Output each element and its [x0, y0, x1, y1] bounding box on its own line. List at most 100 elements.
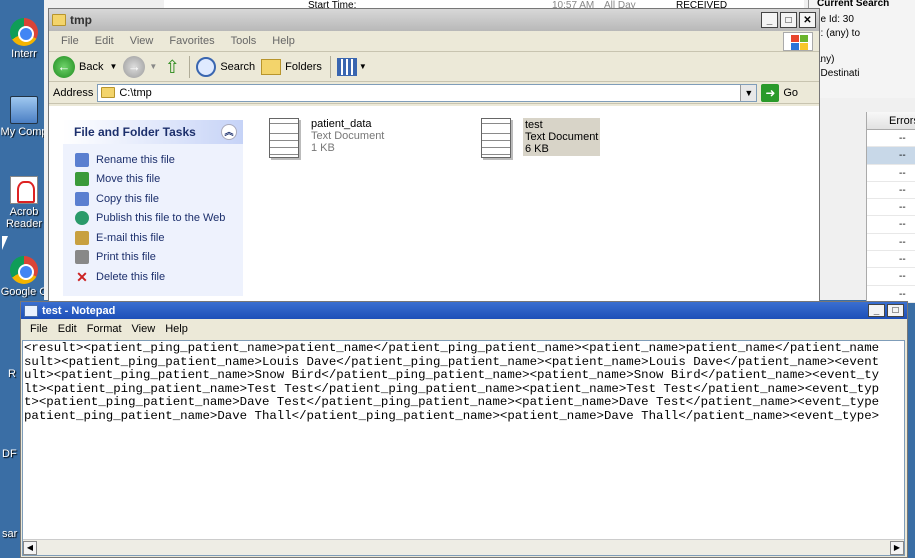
task-label: E-mail this file [96, 231, 165, 244]
forward-arrow-icon: → [123, 55, 146, 78]
table-row[interactable]: -- [867, 199, 915, 217]
task-label: Delete this file [96, 270, 166, 283]
menu-file[interactable]: File [53, 35, 87, 47]
task-print[interactable]: Print this file [63, 248, 243, 268]
folders-button[interactable]: Folders [261, 58, 322, 75]
go-button[interactable]: ➜ Go [761, 83, 798, 102]
menu-file[interactable]: File [25, 323, 53, 335]
text-line: patient_ping_patient_name>Dave Thall</pa… [24, 408, 880, 423]
folder-icon [101, 87, 116, 98]
address-label: Address [53, 86, 94, 99]
task-email[interactable]: E-mail this file [63, 228, 243, 248]
file-item[interactable]: patient_data Text Document 1 KB [269, 118, 384, 158]
desktop-icon-label: Google C [0, 286, 48, 298]
text-document-icon [269, 118, 299, 158]
folder-content-pane: File and Folder Tasks ︽ Rename this file… [49, 106, 819, 302]
chrome-icon [10, 18, 38, 46]
back-button[interactable]: ← Back ▼ [53, 55, 117, 78]
table-row[interactable]: -- [867, 234, 915, 252]
file-item-selected[interactable]: test Text Document 6 KB [481, 118, 601, 158]
views-icon [336, 57, 357, 76]
menu-edit[interactable]: Edit [87, 35, 122, 47]
desktop-fragment-label: sar [2, 528, 18, 540]
search-label: Search [220, 60, 256, 73]
desktop-icon-acrobat-reader[interactable]: Acrob Reader [0, 176, 48, 230]
email-icon [75, 230, 89, 245]
table-row[interactable]: -- [867, 147, 915, 165]
task-label: Move this file [96, 173, 161, 186]
table-row[interactable]: -- [867, 216, 915, 234]
search-icon [196, 56, 217, 77]
table-row[interactable]: -- [867, 165, 915, 182]
desktop-icon-my-computer[interactable]: My Comp [0, 96, 48, 138]
minimize-button[interactable]: _ [868, 304, 885, 317]
views-button[interactable]: ▼ [336, 57, 367, 76]
notepad-menubar: File Edit Format View Help [21, 319, 907, 338]
menu-view[interactable]: View [127, 323, 161, 335]
menu-format[interactable]: Format [82, 323, 127, 335]
horizontal-scrollbar[interactable]: ◀ ▶ [23, 539, 904, 555]
close-button[interactable]: ✕ [799, 12, 816, 28]
toolbar-separator [189, 55, 191, 78]
table-row[interactable]: -- [867, 251, 915, 269]
notepad-window: test - Notepad _ □ File Edit Format View… [20, 301, 908, 558]
minimize-button[interactable]: _ [761, 12, 778, 28]
chevron-down-icon[interactable]: ▼ [149, 62, 157, 71]
text-line: ult><patient_ping_patient_name>Snow Bird… [24, 368, 880, 383]
address-value: C:\tmp [119, 86, 152, 99]
address-input[interactable]: C:\tmp ▼ [97, 83, 758, 102]
menu-help[interactable]: Help [264, 35, 303, 47]
desktop-icon-google-chrome[interactable]: Google C [0, 256, 48, 298]
scroll-left-icon[interactable]: ◀ [23, 541, 37, 555]
mouse-cursor-icon [2, 236, 8, 250]
menu-tools[interactable]: Tools [223, 35, 265, 47]
desktop-fragment-label: DF [2, 448, 17, 460]
task-delete[interactable]: ✕ Delete this file [63, 267, 243, 287]
desktop-icon-label: My Comp [0, 126, 48, 138]
desktop-icon-internet[interactable]: Interr [0, 18, 48, 60]
window-title: tmp [70, 13, 92, 27]
tasks-panel-header[interactable]: File and Folder Tasks ︽ [63, 120, 243, 144]
notepad-titlebar[interactable]: test - Notepad _ □ [21, 302, 907, 319]
rename-icon [75, 152, 89, 167]
chrome-icon [10, 256, 38, 284]
table-row[interactable]: -- [867, 182, 915, 200]
explorer-titlebar[interactable]: tmp _ □ ✕ [49, 9, 819, 31]
menu-view[interactable]: View [122, 35, 162, 47]
acrobat-icon [10, 176, 38, 204]
file-meta: test Text Document 6 KB [523, 118, 601, 156]
search-line: ge Id: 30 [815, 14, 854, 25]
table-row[interactable]: -- [867, 130, 915, 148]
file-name: patient_data [311, 118, 372, 130]
table-row[interactable]: -- [867, 268, 915, 286]
chevron-down-icon[interactable]: ▼ [740, 84, 757, 101]
chevron-down-icon[interactable]: ▼ [109, 62, 117, 71]
folders-label: Folders [285, 60, 322, 73]
task-copy[interactable]: Copy this file [63, 189, 243, 209]
task-move[interactable]: Move this file [63, 170, 243, 190]
search-line: e: (any) to [815, 28, 861, 39]
window-title: test - Notepad [42, 304, 116, 317]
windows-logo-icon [783, 32, 813, 51]
delete-x-icon: ✕ [76, 268, 88, 285]
forward-button[interactable]: → ▼ [123, 55, 157, 78]
go-arrow-icon: ➜ [761, 83, 780, 102]
maximize-button[interactable]: □ [887, 304, 904, 317]
file-type: Text Document [525, 131, 599, 143]
desktop-icon-label-line2: Reader [5, 218, 43, 230]
up-folder-button[interactable]: ⇧ [163, 58, 181, 76]
task-publish-web[interactable]: Publish this file to the Web [63, 209, 243, 229]
text-document-icon [481, 118, 511, 158]
errors-column-header[interactable]: Errors [867, 112, 915, 130]
scroll-right-icon[interactable]: ▶ [890, 541, 904, 555]
maximize-button[interactable]: □ [780, 12, 797, 28]
menu-favorites[interactable]: Favorites [161, 35, 222, 47]
task-rename[interactable]: Rename this file [63, 150, 243, 170]
menu-help[interactable]: Help [160, 323, 193, 335]
menu-edit[interactable]: Edit [53, 323, 82, 335]
explorer-menubar: File Edit View Favorites Tools Help [49, 31, 819, 52]
search-button[interactable]: Search [196, 56, 256, 77]
collapse-chevron-icon[interactable]: ︽ [221, 124, 237, 140]
notepad-text-area[interactable]: <result><patient_ping_patient_name>patie… [22, 340, 905, 556]
chevron-down-icon[interactable]: ▼ [359, 62, 367, 71]
